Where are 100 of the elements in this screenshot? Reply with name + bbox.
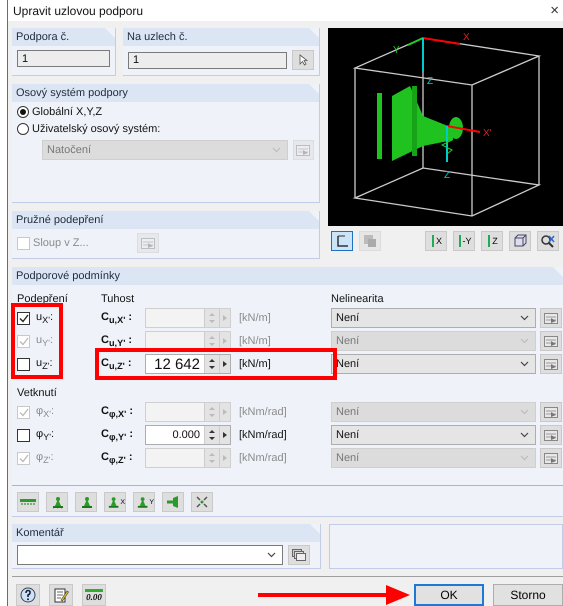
table-icon bbox=[141, 238, 155, 248]
notes-button[interactable] bbox=[49, 584, 73, 606]
roller-support-icon bbox=[165, 495, 181, 509]
stiffness-label: C$_{u,Z'}$ : bbox=[101, 356, 133, 372]
panel-title: Osový systém podpory bbox=[12, 84, 319, 102]
radio-button[interactable] bbox=[17, 106, 29, 118]
nonlinearity-dropdown[interactable]: Není bbox=[331, 425, 536, 445]
checkbox[interactable] bbox=[17, 312, 30, 324]
chevron-icon bbox=[520, 455, 529, 461]
checkbox[interactable] bbox=[17, 428, 30, 442]
dialog-button[interactable]: Storno bbox=[493, 584, 563, 606]
nonlinearity-dropdown[interactable]: Není bbox=[331, 308, 536, 328]
radio-option[interactable]: Globální X,Y,Z bbox=[17, 106, 314, 118]
unit-label: [kN/m] bbox=[238, 358, 272, 370]
cursor-icon bbox=[298, 54, 308, 66]
stiffness-label: C$_{φ,X'}$ : bbox=[101, 404, 134, 420]
axis-icon bbox=[430, 234, 436, 248]
free-support-icon bbox=[195, 495, 209, 509]
axis-label: -Y bbox=[462, 236, 472, 246]
radio-option[interactable]: Uživatelský osový systém: bbox=[17, 123, 314, 135]
support-label: u$_{X'}$: bbox=[36, 310, 54, 326]
window-title: Upravit uzlovou podporu bbox=[13, 4, 144, 18]
axis-icon bbox=[486, 234, 492, 248]
checkbox-label: Sloup v Z... bbox=[33, 237, 89, 249]
table-icon bbox=[544, 336, 558, 346]
zoom-icon bbox=[541, 234, 555, 248]
chevron-icon bbox=[520, 409, 529, 415]
view-button[interactable]: -Y bbox=[453, 231, 475, 251]
stiffness-field[interactable]: 0.000 bbox=[145, 425, 231, 445]
help-button[interactable] bbox=[16, 584, 40, 606]
table-icon bbox=[544, 452, 558, 464]
view-button[interactable]: X bbox=[425, 231, 447, 251]
chevron-icon bbox=[272, 147, 281, 153]
support-label: u$_{Z'}$: bbox=[36, 356, 53, 372]
units-label: 0.00 bbox=[86, 592, 102, 602]
table-icon bbox=[544, 406, 558, 418]
support-label: u$_{Y'}$: bbox=[36, 334, 54, 348]
view-button[interactable] bbox=[537, 231, 559, 251]
support-label: φ$_{Z'}$: bbox=[36, 450, 54, 466]
axis-label: X bbox=[436, 236, 442, 246]
support-type-button[interactable] bbox=[162, 492, 184, 512]
edit-button[interactable] bbox=[540, 402, 562, 422]
close-button[interactable]: × bbox=[550, 2, 559, 19]
edit-button[interactable] bbox=[540, 448, 562, 468]
edit-button[interactable] bbox=[540, 425, 562, 445]
table-icon bbox=[544, 358, 558, 370]
support-type-button[interactable] bbox=[46, 492, 68, 512]
number-field[interactable]: 1 bbox=[17, 50, 110, 67]
support-type-button[interactable] bbox=[17, 492, 39, 512]
nonlinearity-dropdown[interactable]: Není bbox=[331, 354, 536, 374]
axis-label: Z bbox=[492, 236, 498, 246]
unit-label: [kNm/rad] bbox=[238, 452, 288, 464]
stiffness-label: C$_{u,X'}$ : bbox=[101, 310, 134, 326]
panel-title: Podpora č. bbox=[12, 28, 115, 46]
stiffness-label: C$_{u,Y'}$ : bbox=[101, 334, 134, 348]
chevron-icon bbox=[520, 338, 529, 344]
table-icon bbox=[544, 430, 558, 440]
nodes-field[interactable]: 1 bbox=[128, 52, 287, 68]
dialog-button[interactable]: OK bbox=[414, 584, 484, 606]
comment-field[interactable] bbox=[17, 545, 283, 565]
view-button[interactable] bbox=[331, 231, 353, 251]
chevron-icon bbox=[267, 552, 276, 558]
column-header: Nelinearita bbox=[331, 292, 385, 305]
chevron-icon bbox=[520, 361, 529, 367]
ruler-icon bbox=[85, 588, 103, 592]
panel-title: Podporové podmínky bbox=[12, 267, 563, 285]
edit-button[interactable] bbox=[540, 308, 562, 328]
support-type-button[interactable] bbox=[75, 492, 97, 512]
option-label: Uživatelský osový systém: bbox=[32, 123, 160, 135]
table-icon bbox=[544, 312, 558, 324]
radio-button[interactable] bbox=[17, 123, 29, 135]
units-button[interactable]: 0.00 bbox=[82, 584, 106, 606]
stiffness-label: C$_{φ,Y'}$ : bbox=[101, 428, 134, 442]
panel-title: Komentář bbox=[12, 524, 320, 542]
panel-title: Na uzlech č. bbox=[123, 28, 319, 46]
pick-button[interactable] bbox=[292, 50, 314, 70]
panel-title: Pružné podepření bbox=[12, 211, 319, 229]
stiffness-field[interactable]: 12 642 bbox=[145, 354, 231, 374]
stiffness-label: C$_{φ,Z'}$ : bbox=[101, 450, 134, 466]
column-header: Podepření bbox=[17, 292, 69, 305]
table-icon bbox=[296, 144, 310, 156]
view-button[interactable] bbox=[509, 231, 531, 251]
column-header: Tuhost bbox=[101, 292, 136, 305]
support-label: φ$_{Y'}$: bbox=[36, 428, 54, 442]
unit-label: [kNm/rad] bbox=[238, 429, 288, 441]
library-button[interactable] bbox=[288, 545, 310, 565]
cube-icon bbox=[513, 234, 527, 248]
checkbox[interactable] bbox=[17, 358, 30, 370]
axis-icon bbox=[456, 234, 462, 248]
view-button[interactable]: Z bbox=[481, 231, 503, 251]
help-icon bbox=[20, 587, 36, 603]
edit-button[interactable] bbox=[540, 331, 562, 351]
chevron-icon bbox=[520, 315, 529, 321]
edit-button[interactable] bbox=[540, 354, 562, 374]
support-type-button[interactable] bbox=[191, 492, 213, 512]
option-label: Globální X,Y,Z bbox=[32, 106, 102, 118]
section-label: Vetknutí bbox=[17, 386, 58, 399]
stack-icon bbox=[292, 549, 306, 561]
edit-button[interactable] bbox=[292, 140, 314, 160]
unit-label: [kN/m] bbox=[238, 335, 272, 347]
